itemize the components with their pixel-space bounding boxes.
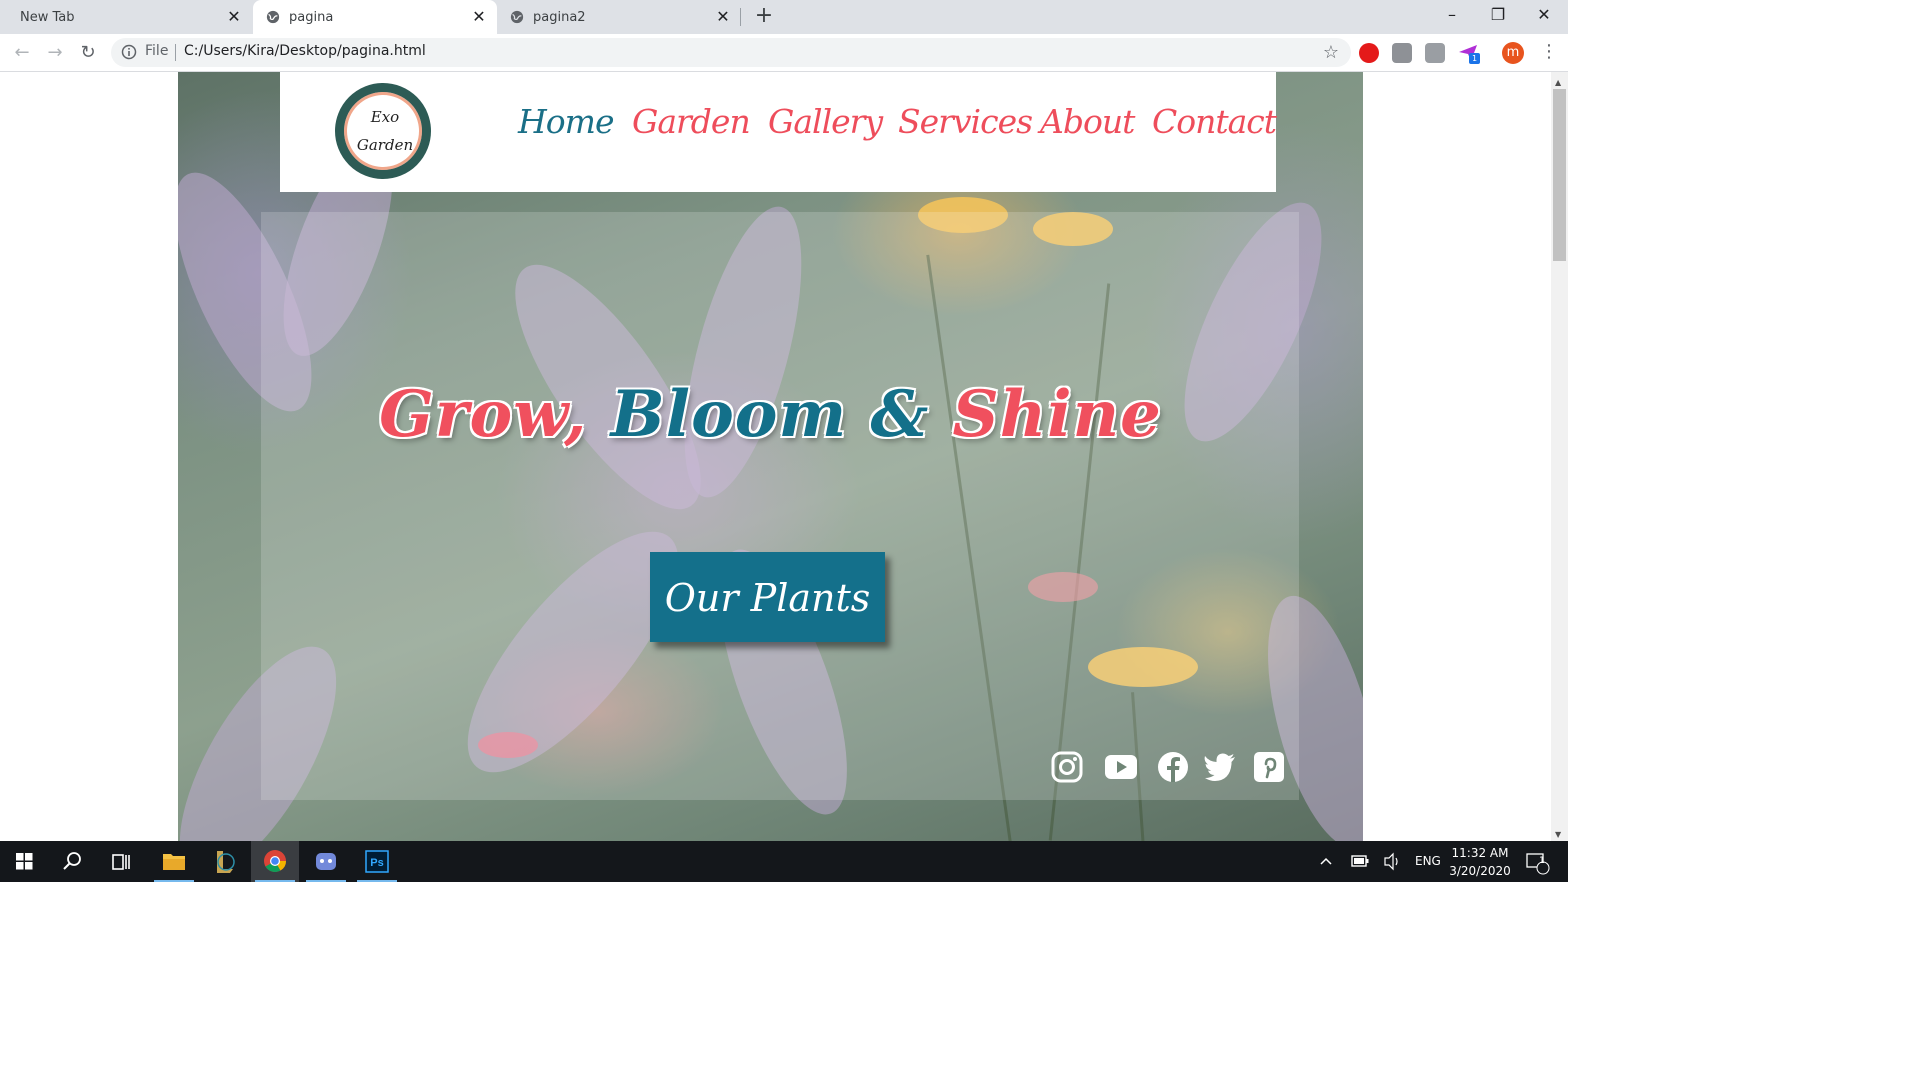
scheme-label: File (145, 43, 169, 59)
tab-pagina[interactable]: pagina ✕ (253, 0, 497, 34)
hero-section: Exo Garden Home Garden Gallery Services … (178, 72, 1363, 841)
clock-date: 3/20/2020 (1449, 864, 1511, 878)
pinterest-icon[interactable] (1252, 750, 1286, 784)
page-viewport: Exo Garden Home Garden Gallery Services … (0, 72, 1551, 841)
browser-toolbar: ← → ↻ File C:/Users/Kira/Desktop/pagina.… (0, 34, 1568, 72)
tab-title: pagina2 (533, 9, 586, 25)
forward-button[interactable]: → (43, 41, 67, 65)
profile-avatar[interactable]: m (1502, 42, 1524, 64)
hero-headline: Grow, Bloom & Shine (178, 377, 1363, 452)
battery-icon (1351, 855, 1369, 867)
restore-button[interactable]: ❐ (1475, 0, 1521, 30)
bookmark-star-icon[interactable]: ☆ (1323, 42, 1339, 63)
url-text[interactable]: C:/Users/Kira/Desktop/pagina.html (184, 43, 426, 59)
translate-extension-icon[interactable] (1392, 43, 1412, 63)
folder-icon (163, 854, 185, 870)
pdf-extension-icon[interactable] (1425, 43, 1445, 63)
close-tab-icon[interactable]: ✕ (226, 9, 242, 25)
tab-strip: New Tab ✕ pagina ✕ pagina2 ✕ + – ❐ ✕ (0, 0, 1568, 34)
discord-icon (316, 853, 336, 870)
svg-text:Ps: Ps (370, 857, 383, 869)
start-button[interactable] (0, 841, 48, 882)
site-logo[interactable]: Exo Garden (324, 78, 446, 186)
youtube-icon[interactable] (1104, 750, 1138, 784)
extension-badge: 1 (1469, 53, 1480, 64)
notification-icon (1526, 853, 1550, 875)
language-indicator[interactable]: ENG (1415, 841, 1441, 882)
nav-about[interactable]: About (1040, 102, 1135, 141)
task-view-icon (112, 854, 130, 870)
taskbar-discord[interactable] (302, 841, 350, 882)
action-center-button[interactable]: 1 (1524, 841, 1550, 882)
nav-contact[interactable]: Contact (1152, 102, 1277, 141)
new-tab-button[interactable]: + (752, 5, 776, 29)
back-button[interactable]: ← (10, 41, 34, 65)
battery-tray-icon[interactable] (1350, 841, 1370, 882)
globe-icon (266, 10, 280, 24)
address-separator (175, 44, 176, 61)
speaker-icon (1384, 852, 1398, 871)
taskbar-photoshop[interactable]: Ps (353, 841, 401, 882)
address-bar[interactable]: File C:/Users/Kira/Desktop/pagina.html ☆ (111, 38, 1351, 67)
chevron-up-icon (1320, 857, 1332, 865)
headline-part-3: Shine (952, 377, 1162, 452)
twitter-icon[interactable] (1203, 750, 1237, 784)
scroll-down-arrow-icon[interactable]: ▼ (1555, 830, 1561, 839)
search-icon (63, 852, 81, 870)
site-header: Exo Garden Home Garden Gallery Services … (280, 72, 1277, 192)
headline-part-1: Grow, (379, 377, 611, 452)
our-plants-button[interactable]: Our Plants (650, 552, 885, 642)
menu-kebab-icon[interactable]: ⋮ (1540, 41, 1558, 62)
running-indicator (306, 880, 346, 882)
scroll-thumb[interactable] (1553, 89, 1566, 261)
facebook-icon[interactable] (1156, 750, 1190, 784)
search-button[interactable] (48, 841, 96, 882)
send-extension-icon[interactable]: 1 (1458, 43, 1480, 64)
logo-line-1: Exo (370, 108, 400, 126)
page-scrollbar[interactable]: ▲ ▼ (1551, 72, 1568, 841)
globe-icon (510, 10, 524, 24)
system-clock[interactable]: 11:32 AM 3/20/2020 (1440, 844, 1520, 880)
running-indicator (154, 880, 194, 882)
tab-title: New Tab (20, 9, 75, 25)
tab-pagina2[interactable]: pagina2 ✕ (497, 0, 741, 34)
windows-logo-icon (16, 853, 33, 870)
headline-part-2: Bloom & (610, 377, 953, 452)
show-hidden-icons-chevron[interactable] (1318, 841, 1334, 882)
running-indicator (255, 880, 295, 882)
league-of-legends-icon (217, 851, 235, 873)
running-indicator (357, 880, 397, 882)
nav-home[interactable]: Home (518, 102, 614, 141)
clock-time: 11:32 AM (1451, 846, 1509, 860)
info-icon[interactable] (121, 44, 137, 60)
close-tab-icon[interactable]: ✕ (715, 9, 731, 25)
tab-separator (740, 8, 741, 26)
instagram-icon[interactable] (1050, 750, 1084, 784)
task-view-button[interactable] (98, 841, 146, 882)
close-tab-icon[interactable]: ✕ (471, 9, 487, 25)
photoshop-icon: Ps (365, 850, 389, 873)
close-window-button[interactable]: ✕ (1521, 0, 1567, 30)
tab-new-tab[interactable]: New Tab ✕ (0, 0, 252, 34)
taskbar-league-client[interactable] (200, 841, 248, 882)
notification-count: 1 (1539, 856, 1545, 866)
floral-wreath-icon (335, 83, 431, 179)
logo-line-2: Garden (356, 136, 414, 154)
nav-garden[interactable]: Garden (632, 102, 751, 141)
taskbar-file-explorer[interactable] (150, 841, 198, 882)
chrome-icon (264, 850, 286, 872)
windows-taskbar: Ps ENG 11:32 AM 3/20/2020 1 (0, 841, 1568, 882)
volume-tray-icon[interactable] (1382, 841, 1402, 882)
scroll-up-arrow-icon[interactable]: ▲ (1555, 78, 1561, 87)
adblock-extension-icon[interactable] (1359, 43, 1379, 63)
taskbar-chrome[interactable] (251, 841, 299, 882)
nav-services[interactable]: Services (898, 102, 1033, 141)
reload-button[interactable]: ↻ (76, 41, 100, 65)
minimize-button[interactable]: – (1429, 0, 1475, 30)
nav-gallery[interactable]: Gallery (768, 102, 883, 141)
tab-title: pagina (289, 9, 334, 25)
hero-frame (261, 212, 1299, 800)
